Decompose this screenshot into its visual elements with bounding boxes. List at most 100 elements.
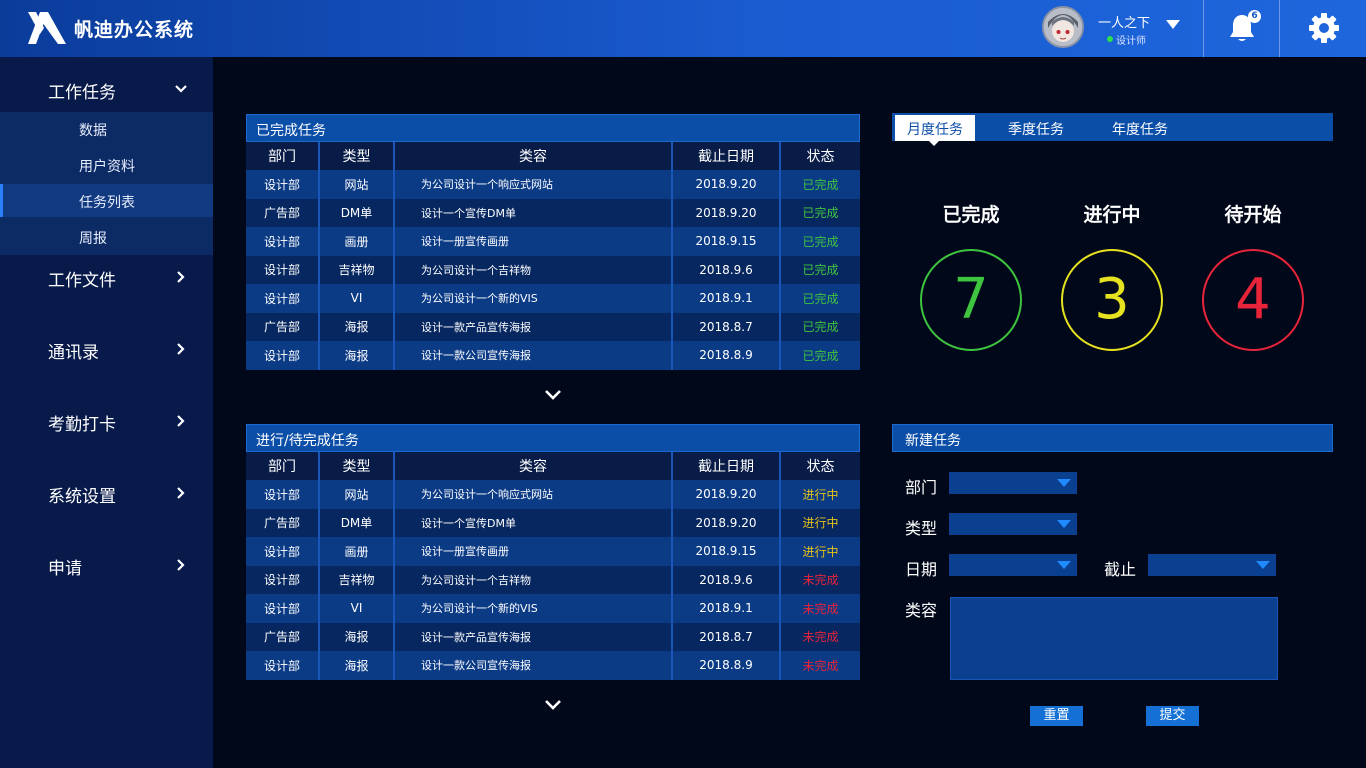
table-row[interactable]: 设计部 VI 为公司设计一个新的VIS 2018.9.1 已完成	[246, 284, 860, 313]
cell-deadline: 2018.9.6	[672, 565, 781, 594]
chevron-right-icon	[177, 343, 185, 355]
deadline-select[interactable]	[1148, 554, 1276, 576]
cell-content: 设计一款公司宣传海报	[394, 651, 673, 680]
sidebar-item-label: 申请	[48, 559, 82, 579]
cell-content: 设计一款公司宣传海报	[394, 341, 673, 370]
cell-type: VI	[319, 284, 395, 313]
avatar-image	[1044, 8, 1082, 46]
table-row[interactable]: 广告部 海报 设计一款产品宣传海报 2018.8.7 未完成	[246, 622, 860, 651]
table-row[interactable]: 广告部 海报 设计一款产品宣传海报 2018.8.7 已完成	[246, 312, 860, 341]
table-row[interactable]: 设计部 VI 为公司设计一个新的VIS 2018.9.1 未完成	[246, 594, 860, 623]
cell-status: 已完成	[780, 198, 860, 227]
dept-label: 部门	[905, 478, 938, 497]
user-menu[interactable]: 一人之下 设计师	[1040, 6, 1190, 50]
cell-type: 吉祥物	[319, 565, 395, 594]
column-header[interactable]: 类容	[394, 142, 673, 170]
dept-select[interactable]	[949, 472, 1077, 494]
cell-dept: 设计部	[246, 480, 320, 509]
sidebar-item-work-tasks[interactable]: 工作任务	[0, 69, 213, 109]
chevron-down-icon[interactable]	[544, 388, 562, 402]
tab-quarterly[interactable]: 季度任务	[996, 115, 1076, 141]
reset-button[interactable]: 重置	[1030, 706, 1083, 726]
stat-count-in-progress: 3	[1061, 249, 1163, 351]
sidebar-item-work-files[interactable]: 工作文件	[0, 257, 213, 297]
content-textarea[interactable]	[950, 597, 1278, 680]
cell-content: 设计一个宣传DM单	[394, 508, 673, 537]
table-row[interactable]: 设计部 画册 设计一册宣传画册 2018.9.15 进行中	[246, 537, 860, 566]
chevron-down-icon	[175, 85, 187, 93]
sidebar-subitem-weekly-report[interactable]: 周报	[0, 220, 213, 253]
active-tab-indicator	[928, 140, 940, 146]
column-header[interactable]: 类容	[394, 452, 673, 480]
cell-content: 为公司设计一个吉祥物	[394, 565, 673, 594]
sidebar-item-system-settings[interactable]: 系统设置	[0, 473, 213, 513]
sidebar-item-label: 通讯录	[48, 343, 99, 363]
cell-status: 未完成	[780, 651, 860, 680]
date-select[interactable]	[949, 554, 1077, 576]
cell-dept: 广告部	[246, 508, 320, 537]
cell-content: 为公司设计一个响应式网站	[394, 170, 673, 199]
column-header[interactable]: 部门	[246, 142, 320, 170]
table-row[interactable]: 设计部 海报 设计一款公司宣传海报 2018.8.9 已完成	[246, 341, 860, 370]
cell-deadline: 2018.8.9	[672, 651, 781, 680]
table-row[interactable]: 设计部 海报 设计一款公司宣传海报 2018.8.9 未完成	[246, 651, 860, 680]
tab-yearly[interactable]: 年度任务	[1100, 115, 1180, 141]
cell-status: 进行中	[780, 508, 860, 537]
cell-type: 网站	[319, 480, 395, 509]
cell-dept: 设计部	[246, 594, 320, 623]
cell-deadline: 2018.9.15	[672, 537, 781, 566]
cell-status: 未完成	[780, 565, 860, 594]
stat-label-completed: 已完成	[942, 204, 1000, 226]
cell-deadline: 2018.8.7	[672, 622, 781, 651]
column-header[interactable]: 截止日期	[672, 142, 781, 170]
app-logo-icon[interactable]	[26, 10, 68, 46]
cell-dept: 广告部	[246, 198, 320, 227]
cell-dept: 设计部	[246, 170, 320, 199]
cell-deadline: 2018.9.1	[672, 594, 781, 623]
cell-status: 已完成	[780, 227, 860, 256]
chevron-right-icon	[177, 271, 185, 283]
table-row[interactable]: 设计部 吉祥物 为公司设计一个吉祥物 2018.9.6 未完成	[246, 565, 860, 594]
table-row[interactable]: 广告部 DM单 设计一个宣传DM单 2018.9.20 进行中	[246, 508, 860, 537]
cell-type: VI	[319, 594, 395, 623]
sidebar-item-contacts[interactable]: 通讯录	[0, 329, 213, 369]
cell-deadline: 2018.9.20	[672, 198, 781, 227]
online-status-icon	[1107, 36, 1113, 42]
chevron-right-icon	[177, 559, 185, 571]
pending-tasks-title: 进行/待完成任务	[256, 433, 359, 449]
sidebar-subitem-data[interactable]: 数据	[0, 112, 213, 145]
table-row[interactable]: 设计部 网站 为公司设计一个响应式网站 2018.9.20 进行中	[246, 480, 860, 509]
type-label-prefix: 类	[905, 519, 922, 538]
column-header[interactable]: 状态	[780, 452, 860, 480]
settings-button[interactable]	[1280, 0, 1366, 57]
pending-tasks-header: 进行/待完成任务	[246, 424, 860, 452]
cell-content: 为公司设计一个响应式网站	[394, 480, 673, 509]
table-row[interactable]: 设计部 吉祥物 为公司设计一个吉祥物 2018.9.6 已完成	[246, 255, 860, 284]
submit-button[interactable]: 提交	[1146, 706, 1199, 726]
sidebar-item-application[interactable]: 申请	[0, 545, 213, 585]
table-row[interactable]: 广告部 DM单 设计一个宣传DM单 2018.9.20 已完成	[246, 198, 860, 227]
chevron-down-icon[interactable]	[544, 698, 562, 712]
avatar[interactable]	[1042, 6, 1084, 48]
sidebar-subitem-task-list[interactable]: 任务列表	[0, 184, 213, 217]
type-select[interactable]	[949, 513, 1077, 535]
sidebar-subitem-label: 用户资料	[79, 159, 135, 175]
caret-down-icon[interactable]	[1166, 20, 1180, 29]
sidebar-subitem-user-profile[interactable]: 用户资料	[0, 148, 213, 181]
column-header[interactable]: 类型	[319, 142, 395, 170]
sidebar-item-attendance[interactable]: 考勤打卡	[0, 401, 213, 441]
column-header[interactable]: 类型	[319, 452, 395, 480]
pending-tasks-table: 部门 类型 类容 截止日期 状态 设计部 网站 为公司设计一个响应式网站 2018.9…	[246, 452, 860, 680]
column-header[interactable]: 截止日期	[672, 452, 781, 480]
user-role: 设计师	[1116, 36, 1146, 47]
notifications-button[interactable]: 6	[1204, 0, 1279, 57]
table-row[interactable]: 设计部 画册 设计一册宣传画册 2018.9.15 已完成	[246, 227, 860, 256]
table-row[interactable]: 设计部 网站 为公司设计一个响应式网站 2018.9.20 已完成	[246, 170, 860, 199]
cell-content: 设计一款产品宣传海报	[394, 312, 673, 341]
cell-deadline: 2018.9.20	[672, 170, 781, 199]
tab-monthly[interactable]: 月度任务	[895, 115, 975, 141]
column-header[interactable]: 状态	[780, 142, 860, 170]
sidebar-item-label: 系统设置	[48, 487, 116, 507]
cell-deadline: 2018.9.1	[672, 284, 781, 313]
column-header[interactable]: 部门	[246, 452, 320, 480]
